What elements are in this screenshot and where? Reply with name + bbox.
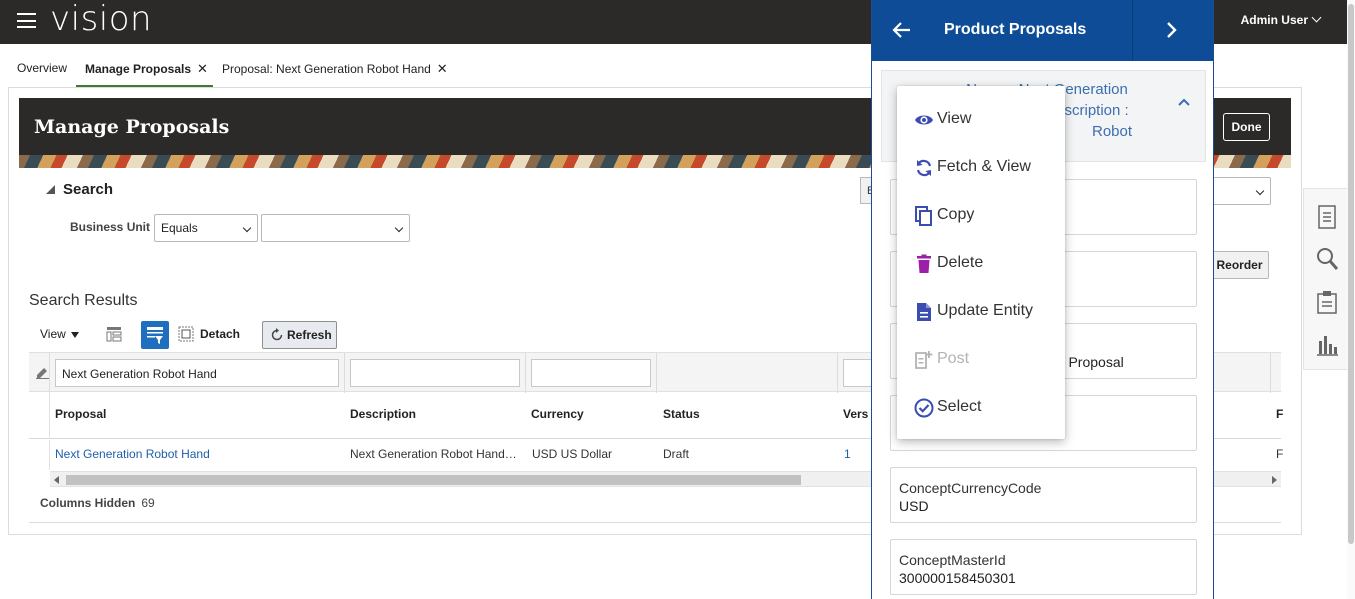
business-unit-operator-select[interactable]: Equals	[154, 214, 258, 242]
business-unit-value-select[interactable]	[261, 214, 410, 242]
vertical-scrollbar[interactable]	[1347, 0, 1355, 599]
column-header-description[interactable]: Description	[350, 407, 416, 421]
dropdown-caret-icon	[394, 223, 404, 233]
refresh-icon	[916, 159, 932, 177]
chevron-right-icon	[1167, 22, 1177, 38]
format-table-icon[interactable]	[106, 326, 122, 342]
detach-button[interactable]: Detach	[200, 327, 240, 341]
chevron-up-icon[interactable]	[1177, 95, 1191, 109]
status-cell: Draft	[663, 447, 690, 461]
concept-master-id-field: ConceptMasterId 300000158450301	[890, 539, 1197, 595]
search-results-title: Search Results	[29, 292, 138, 309]
close-tab-icon[interactable]: ✕	[437, 61, 448, 76]
proposal-filter-input[interactable]: Next Generation Robot Hand	[55, 359, 339, 387]
menu-item-update-entity[interactable]: Update Entity	[914, 299, 1064, 325]
detach-icon[interactable]	[178, 326, 194, 342]
next-button[interactable]	[1132, 0, 1213, 61]
done-button[interactable]: Done	[1223, 113, 1270, 141]
scroll-right-arrow-icon[interactable]	[1272, 476, 1277, 484]
tab-strip: Overview Manage Proposals ✕ Proposal: Nex…	[0, 44, 872, 88]
user-menu[interactable]: Admin User	[1240, 12, 1322, 27]
arrow-left-icon[interactable]	[892, 20, 912, 40]
partially-hidden-select[interactable]	[1213, 177, 1271, 205]
pencil-icon	[36, 368, 49, 379]
bar-chart-icon[interactable]	[1316, 333, 1338, 357]
panel-title: Product Proposals	[944, 21, 1087, 38]
user-name: Admin User	[1240, 13, 1308, 27]
field-label: ConceptCurrencyCode	[899, 480, 1042, 496]
refresh-icon	[271, 328, 283, 341]
document-icon	[917, 303, 931, 321]
menu-item-copy[interactable]: Copy	[914, 203, 1064, 229]
menu-item-select[interactable]: Select	[914, 395, 1064, 421]
hamburger-menu-icon[interactable]	[17, 13, 36, 28]
scrollbar-thumb[interactable]	[1348, 4, 1354, 544]
columns-hidden-indicator: Columns Hidden 69	[40, 496, 155, 510]
tab-manage-proposals[interactable]: Manage Proposals ✕	[85, 61, 208, 77]
close-tab-icon[interactable]: ✕	[197, 61, 208, 76]
search-section-header[interactable]: Search	[46, 181, 113, 198]
version-cell[interactable]: 1	[844, 447, 851, 461]
truncated-cell: F	[1276, 447, 1284, 461]
caret-down-icon	[70, 332, 79, 338]
refresh-button[interactable]: Refresh	[262, 321, 337, 349]
copy-icon	[915, 206, 932, 226]
business-unit-label: Business Unit	[70, 220, 151, 234]
column-header-currency[interactable]: Currency	[531, 407, 584, 421]
post-icon	[915, 351, 933, 369]
menu-item-view[interactable]: View	[914, 107, 1064, 133]
currency-filter-input[interactable]	[531, 359, 651, 387]
menu-item-delete[interactable]: Delete	[914, 251, 1064, 277]
search-icon[interactable]	[1316, 247, 1338, 271]
dropdown-caret-icon	[1255, 186, 1265, 196]
panel-header: Product Proposals	[872, 0, 1213, 61]
menu-item-post[interactable]: Post	[914, 347, 1064, 373]
field-value: 300000158450301	[899, 570, 1016, 586]
record-actions-menu: View Fetch & View Copy Delete Update Ent…	[897, 86, 1065, 439]
check-circle-icon	[914, 398, 934, 418]
proposal-link[interactable]: Next Generation Robot Hand	[55, 447, 210, 461]
view-menu[interactable]: View	[40, 327, 79, 341]
document-list-icon[interactable]	[1316, 205, 1338, 229]
eye-icon	[915, 115, 933, 125]
menu-item-fetch-view[interactable]: Fetch & View	[914, 155, 1064, 181]
page-title: Manage Proposals	[34, 116, 230, 138]
right-tool-rail	[1303, 188, 1348, 370]
tab-overview[interactable]: Overview	[17, 61, 67, 75]
trash-icon	[917, 254, 931, 273]
query-by-example-button[interactable]	[141, 321, 169, 349]
filter-table-icon	[147, 327, 163, 344]
scrollbar-thumb[interactable]	[66, 475, 801, 485]
description-cell: Next Generation Robot Hand…	[350, 447, 517, 461]
app-logo[interactable]: vision	[50, 0, 152, 38]
field-label: ConceptMasterId	[899, 552, 1006, 568]
column-header-status[interactable]: Status	[663, 407, 700, 421]
column-header-proposal[interactable]: Proposal	[55, 407, 106, 421]
tab-proposal-detail[interactable]: Proposal: Next Generation Robot Hand ✕	[222, 61, 448, 77]
chevron-down-icon	[1311, 12, 1322, 23]
clipboard-icon[interactable]	[1316, 290, 1338, 314]
concept-currency-code-field: ConceptCurrencyCode USD	[890, 467, 1197, 523]
currency-cell: USD US Dollar	[532, 447, 613, 461]
description-filter-input[interactable]	[350, 359, 520, 387]
version-filter-input[interactable]	[843, 359, 873, 387]
collapse-triangle-icon[interactable]	[46, 185, 55, 194]
column-header-truncated[interactable]: F	[1276, 407, 1283, 421]
field-value: USD	[899, 498, 929, 514]
scroll-left-arrow-icon[interactable]	[54, 476, 59, 484]
reorder-button[interactable]: Reorder	[1210, 251, 1269, 279]
dropdown-caret-icon	[242, 223, 252, 233]
column-header-version[interactable]: Vers	[843, 407, 868, 421]
